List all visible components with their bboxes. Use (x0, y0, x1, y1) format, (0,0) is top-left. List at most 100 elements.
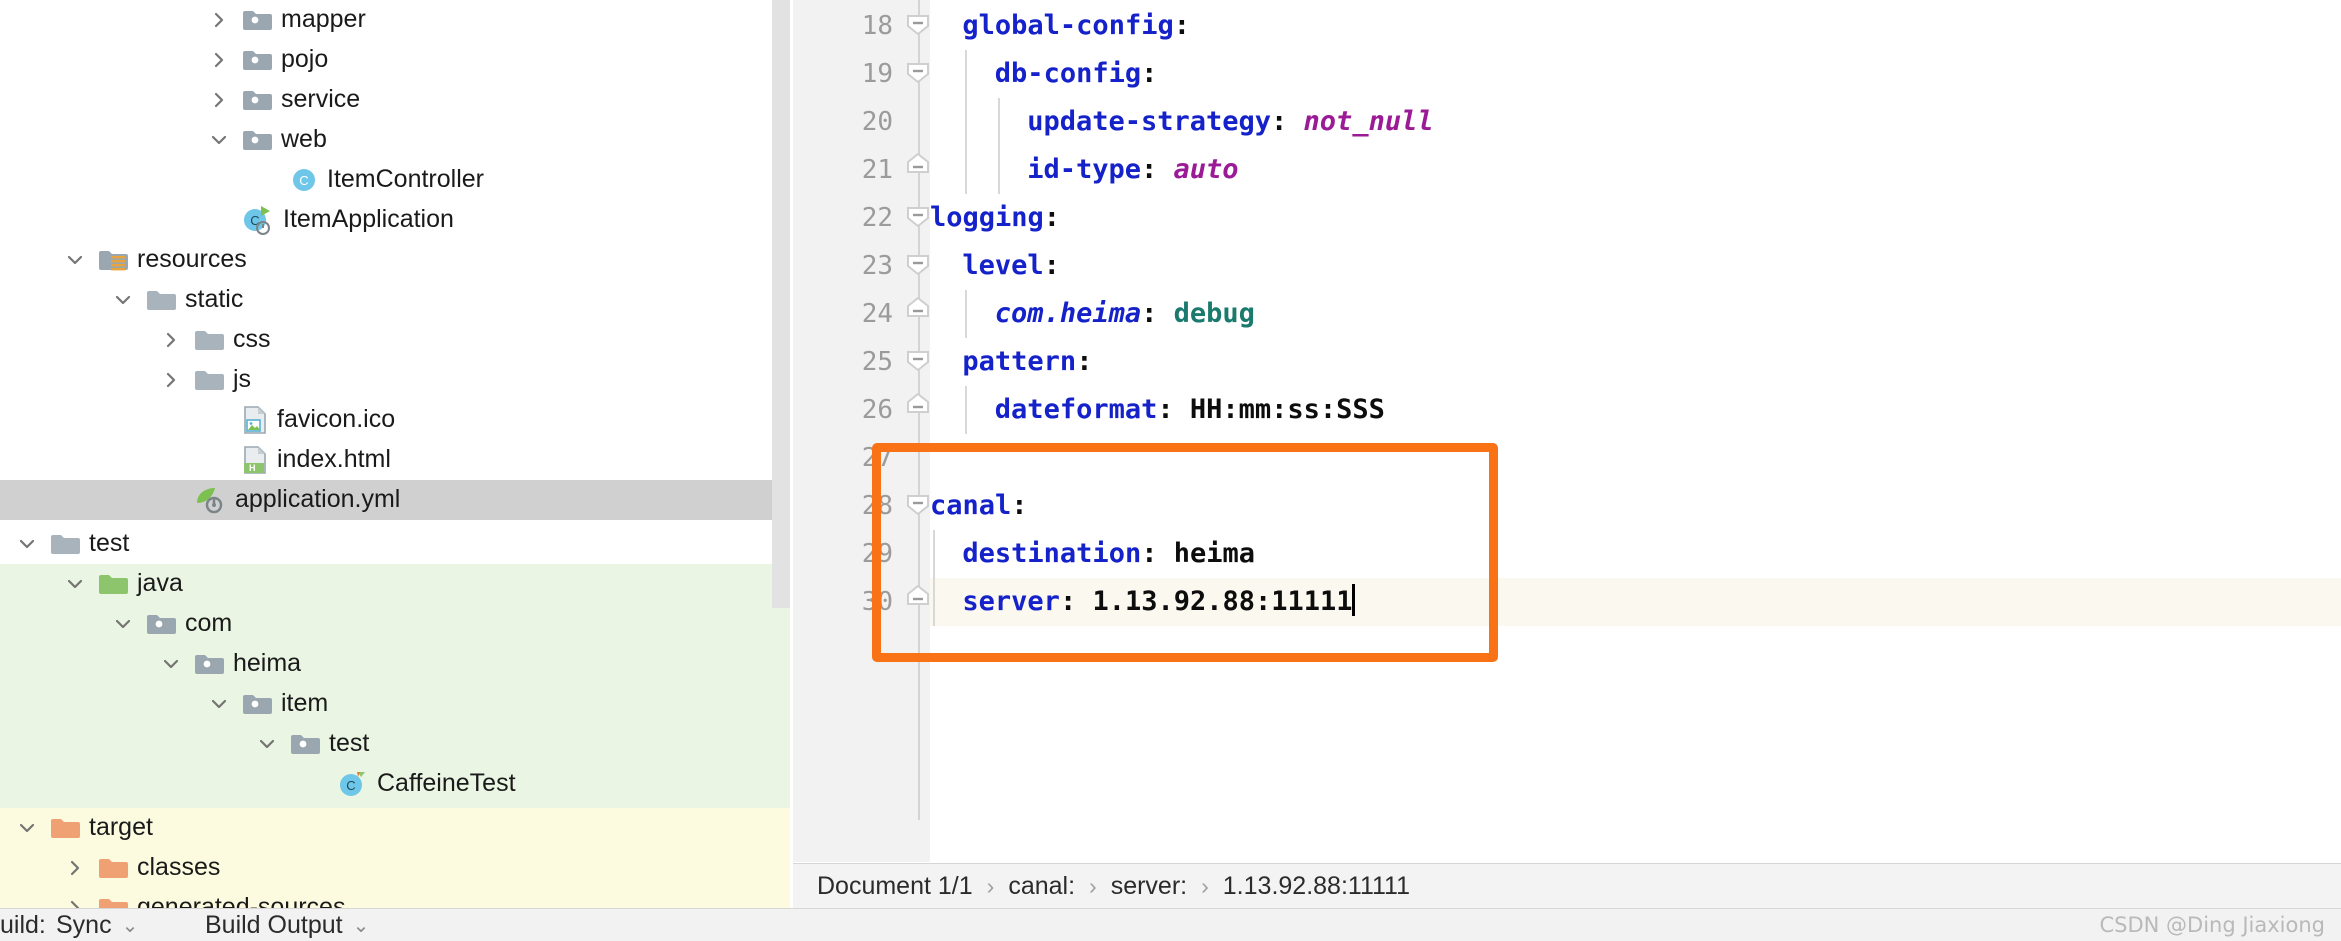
tree-row-label: item (281, 688, 329, 717)
code-line[interactable]: com.heima: debug (995, 290, 1255, 338)
chevron-right-icon[interactable] (206, 87, 232, 113)
tree-row-label: java (137, 568, 183, 597)
code-line[interactable]: dateformat: HH:mm:ss:SSS (995, 386, 1385, 434)
chevron-right-icon[interactable] (206, 47, 232, 73)
tree-row-label: pojo (281, 44, 329, 73)
tree-row-itemcontroller[interactable]: C ItemController (0, 160, 790, 200)
fold-toggle-icon[interactable] (906, 50, 932, 98)
code-line[interactable]: destination: heima (962, 530, 1255, 578)
tree-row-mapper[interactable]: mapper (0, 0, 790, 40)
code-line[interactable]: global-config: (962, 2, 1190, 50)
build-output-tab[interactable]: Build Output ⌄ (205, 911, 369, 940)
code-line[interactable]: id-type: auto (1027, 146, 1238, 194)
package-folder-icon (242, 87, 272, 113)
chevron-down-icon[interactable] (158, 651, 184, 677)
breadcrumb-item[interactable]: 1.13.92.88:11111 (1223, 872, 1410, 901)
fold-toggle-icon[interactable] (906, 290, 932, 338)
tree-row-pojo[interactable]: pojo (0, 40, 790, 80)
tree-row-test[interactable]: test (0, 724, 790, 764)
fold-toggle-icon[interactable] (906, 2, 932, 50)
chevron-down-icon[interactable] (110, 611, 136, 637)
build-tool-label[interactable]: uild: (0, 911, 46, 940)
sync-tab[interactable]: Sync ⌄ (56, 911, 138, 940)
code-line[interactable]: canal: (930, 482, 1028, 530)
code-token: : (1140, 154, 1174, 185)
project-tree-panel[interactable]: mapper pojo service web C ItemController C Item… (0, 0, 790, 908)
fold-toggle-icon[interactable] (906, 194, 932, 242)
chevron-right-icon[interactable] (206, 7, 232, 33)
line-number: 22 (861, 203, 893, 233)
chevron-right-icon[interactable] (62, 855, 88, 881)
line-number: 19 (861, 59, 893, 89)
bottom-tool-bar[interactable]: uild: Sync ⌄ Build Output ⌄ (0, 908, 2341, 941)
tree-row-css[interactable]: css (0, 320, 790, 360)
tree-row-application-yml[interactable]: application.yml (0, 480, 790, 520)
fold-toggle-icon[interactable] (906, 242, 932, 290)
chevron-right-icon[interactable] (158, 367, 184, 393)
code-token: : (1059, 586, 1093, 617)
tree-row-favicon-ico[interactable]: favicon.ico (0, 400, 790, 440)
chevron-down-icon[interactable] (110, 287, 136, 313)
tree-row-java[interactable]: java (0, 564, 790, 604)
code-token: auto (1173, 154, 1239, 185)
chevron-down-icon[interactable]: ⌄ (353, 913, 370, 938)
tree-row-caffeinetest[interactable]: C CaffeineTest (0, 764, 790, 804)
tree-row-index-html[interactable]: Hindex.html (0, 440, 790, 480)
line-number: 21 (861, 155, 893, 185)
fold-toggle-icon[interactable] (906, 146, 932, 194)
chevron-down-icon[interactable] (62, 571, 88, 597)
fold-toggle-icon[interactable] (906, 386, 932, 434)
chevron-right-icon[interactable] (158, 327, 184, 353)
tree-row-target[interactable]: target (0, 808, 790, 848)
code-line[interactable]: db-config: (995, 50, 1158, 98)
tree-row-classes[interactable]: classes (0, 848, 790, 888)
indent-guide (933, 530, 935, 626)
fold-toggle-icon[interactable] (906, 482, 932, 530)
tree-row-heima[interactable]: heima (0, 644, 790, 684)
build-label-text: uild: (0, 911, 46, 939)
tree-row-js[interactable]: js (0, 360, 790, 400)
tree-row-com[interactable]: com (0, 604, 790, 644)
code-line[interactable]: update-strategy: not_null (1027, 98, 1433, 146)
tree-row-service[interactable]: service (0, 80, 790, 120)
line-number: 29 (861, 539, 893, 569)
tree-row-static[interactable]: static (0, 280, 790, 320)
breadcrumb-item[interactable]: Document 1/1 (817, 872, 973, 901)
code-token: id-type (1027, 154, 1141, 185)
chevron-down-icon[interactable] (254, 731, 280, 757)
chevron-down-icon[interactable]: ⌄ (122, 913, 139, 938)
html-file-icon: H (242, 445, 268, 475)
breadcrumb-item[interactable]: server: (1111, 872, 1187, 901)
line-number: 27 (861, 443, 893, 473)
folder-icon (50, 531, 80, 557)
chevron-down-icon[interactable] (62, 247, 88, 273)
chevron-down-icon[interactable] (206, 691, 232, 717)
chevron-down-icon[interactable] (14, 815, 40, 841)
code-line[interactable]: server: 1.13.92.88:11111 (962, 578, 1355, 626)
code-line[interactable]: logging: (930, 194, 1060, 242)
tree-row-web[interactable]: web (0, 120, 790, 160)
sidebar-scrollbar[interactable] (772, 0, 790, 608)
excluded-folder-icon (98, 855, 128, 881)
code-line[interactable]: pattern: (962, 338, 1092, 386)
breadcrumb-item[interactable]: canal: (1008, 872, 1075, 901)
fold-toggle-icon[interactable] (906, 578, 932, 626)
code-token: : (1141, 58, 1158, 89)
excluded-folder-icon (50, 815, 80, 841)
excluded-folder-icon (98, 895, 128, 908)
code-editor[interactable]: 18 19 20 21 22 23 24 25 26 27 28 29 30 global-config… (793, 0, 2341, 862)
chevron-right-icon[interactable] (62, 895, 88, 908)
chevron-down-icon[interactable] (14, 531, 40, 557)
breadcrumb[interactable]: Document 1/1 › canal: › server: › 1.13.92.88:1… (793, 863, 2341, 909)
package-folder-icon (194, 651, 224, 677)
tree-row-resources[interactable]: resources (0, 240, 790, 280)
tree-row-test[interactable]: test (0, 524, 790, 564)
tree-row-item[interactable]: item (0, 684, 790, 724)
fold-toggle-icon[interactable] (906, 338, 932, 386)
code-line[interactable]: level: (962, 242, 1060, 290)
chevron-down-icon[interactable] (206, 127, 232, 153)
tree-row-generated-sources[interactable]: generated-sources (0, 888, 790, 908)
tree-row-itemapplication[interactable]: C ItemApplication (0, 200, 790, 240)
